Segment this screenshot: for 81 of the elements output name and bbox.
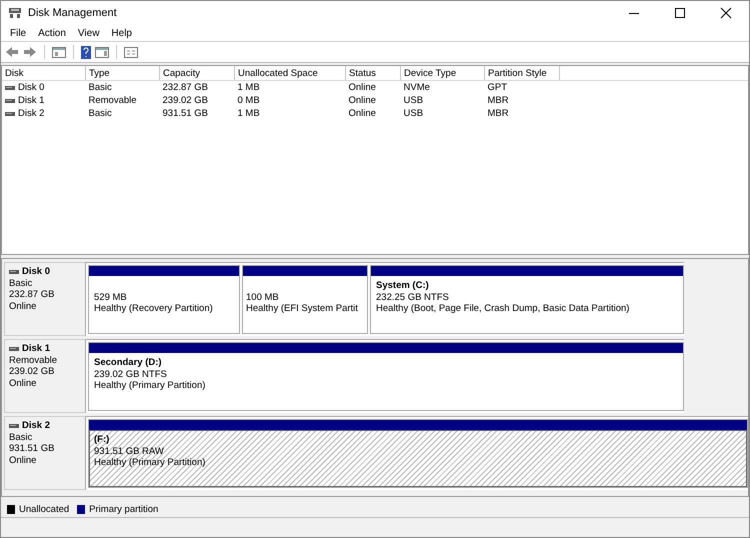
table-cell: Basic bbox=[88, 108, 112, 119]
table-cell: Basic bbox=[88, 82, 112, 93]
table-cell: 931.51 GB bbox=[162, 108, 208, 119]
disk-icon bbox=[9, 346, 19, 351]
table-cell: 0 MB bbox=[238, 95, 260, 106]
partition-size: 931.51 GB RAW bbox=[94, 446, 164, 457]
disk-name: Disk 0 bbox=[22, 266, 50, 278]
menu-item[interactable]: Help bbox=[105, 28, 138, 38]
table-cell: USB bbox=[404, 108, 424, 119]
disk-status: Online bbox=[9, 378, 38, 389]
menu-item[interactable]: File bbox=[4, 28, 32, 38]
disk-icon bbox=[5, 112, 15, 116]
partition-status: Healthy (Recovery Partition) bbox=[94, 303, 213, 314]
partition-size: 100 MB bbox=[246, 292, 279, 303]
disk-icon bbox=[5, 86, 15, 90]
disk-name: Disk 1 bbox=[22, 343, 50, 354]
console-tree-icon[interactable] bbox=[52, 46, 66, 58]
disk-label-panel[interactable]: Disk 2 Basic 931.51 GB Online bbox=[4, 416, 86, 490]
partition-block[interactable]: Secondary (D:) 239.02 GB NTFS Healthy (Primary Partition) bbox=[88, 342, 684, 411]
table-cell: NVMe bbox=[404, 82, 430, 93]
disk-status: Online bbox=[9, 454, 38, 466]
partition-block[interactable]: System (C:) 232.25 GB NTFS Healthy (Boot, Page File, Crash Dump, Basic Data Partition) bbox=[370, 265, 684, 334]
forward-arrow-icon[interactable] bbox=[23, 46, 37, 58]
properties-icon[interactable] bbox=[124, 46, 138, 58]
partition-size: 239.02 GB NTFS bbox=[94, 368, 167, 380]
help-icon[interactable] bbox=[81, 46, 91, 58]
disk-size: 931.51 GB bbox=[9, 443, 56, 454]
partition-status: Healthy (Boot, Page File, Crash Dump, Basic Data Partition) bbox=[376, 303, 630, 314]
disk-type: Removable bbox=[9, 354, 58, 366]
partition-block[interactable]: 100 MB Healthy (EFI System Partit bbox=[242, 265, 368, 334]
disk-size: 239.02 GB bbox=[9, 366, 56, 378]
column-header[interactable]: Disk bbox=[2, 66, 86, 80]
table-cell: Online bbox=[348, 95, 376, 106]
partition-title: Secondary (D:) bbox=[94, 357, 163, 368]
table-cell: Disk 1 bbox=[18, 95, 44, 106]
legend-label: Primary partition bbox=[89, 504, 158, 514]
table-cell: USB bbox=[404, 95, 424, 106]
table-cell: Disk 2 bbox=[18, 108, 44, 120]
partition-status: Healthy (Primary Partition) bbox=[94, 380, 206, 392]
table-cell: Removable bbox=[88, 95, 137, 106]
partition-block[interactable]: (F:) 931.51 GB RAW Healthy (Primary Partition) bbox=[88, 419, 748, 488]
table-cell: MBR bbox=[488, 95, 509, 106]
table-cell: GPT bbox=[488, 82, 508, 93]
partition-size: 529 MB bbox=[94, 292, 127, 303]
column-header[interactable]: Capacity bbox=[160, 66, 234, 80]
table-cell: Online bbox=[348, 82, 376, 93]
table-cell: Online bbox=[348, 108, 376, 119]
table-cell: 232.87 GB bbox=[162, 82, 208, 93]
partition-status: Healthy (Primary Partition) bbox=[94, 457, 206, 468]
app-icon bbox=[8, 7, 22, 19]
column-header[interactable]: Status bbox=[346, 66, 400, 80]
action-pane-icon[interactable] bbox=[95, 46, 109, 58]
menu-item[interactable]: Action bbox=[32, 28, 72, 38]
disk-type: Basic bbox=[9, 432, 34, 443]
legend-label: Unallocated bbox=[19, 504, 70, 514]
partition-title: (F:) bbox=[94, 434, 110, 446]
column-header[interactable]: Device Type bbox=[400, 66, 484, 80]
column-header[interactable]: Partition Style bbox=[484, 66, 560, 80]
column-header[interactable]: Unallocated Space bbox=[234, 66, 346, 80]
disk-icon bbox=[9, 270, 19, 274]
table-cell: 239.02 GB bbox=[162, 95, 208, 106]
table-cell: Disk 0 bbox=[18, 82, 44, 94]
window-title: Disk Management bbox=[28, 7, 117, 19]
partition-title: System (C:) bbox=[376, 280, 430, 292]
disk-size: 232.87 GB bbox=[9, 289, 56, 300]
partition-block[interactable]: 529 MB Healthy (Recovery Partition) bbox=[88, 265, 240, 334]
partition-size: 232.25 GB NTFS bbox=[376, 292, 449, 303]
disk-label-panel[interactable]: Disk 0 Basic 232.87 GB Online bbox=[4, 262, 86, 336]
disk-status: Online bbox=[9, 300, 38, 312]
table-cell: 1 MB bbox=[238, 82, 260, 93]
disk-label-panel[interactable]: Disk 1 Removable 239.02 GB Online bbox=[4, 339, 86, 413]
table-cell: MBR bbox=[488, 108, 509, 119]
disk-name: Disk 2 bbox=[22, 420, 50, 432]
disk-icon bbox=[9, 424, 19, 428]
table-cell: 1 MB bbox=[238, 108, 260, 119]
column-header[interactable]: Type bbox=[86, 66, 160, 80]
disk-type: Basic bbox=[9, 278, 34, 289]
back-arrow-icon[interactable] bbox=[5, 46, 19, 58]
partition-status: Healthy (EFI System Partit bbox=[246, 303, 358, 314]
disk-icon bbox=[5, 98, 15, 103]
menu-item[interactable]: View bbox=[72, 28, 106, 38]
